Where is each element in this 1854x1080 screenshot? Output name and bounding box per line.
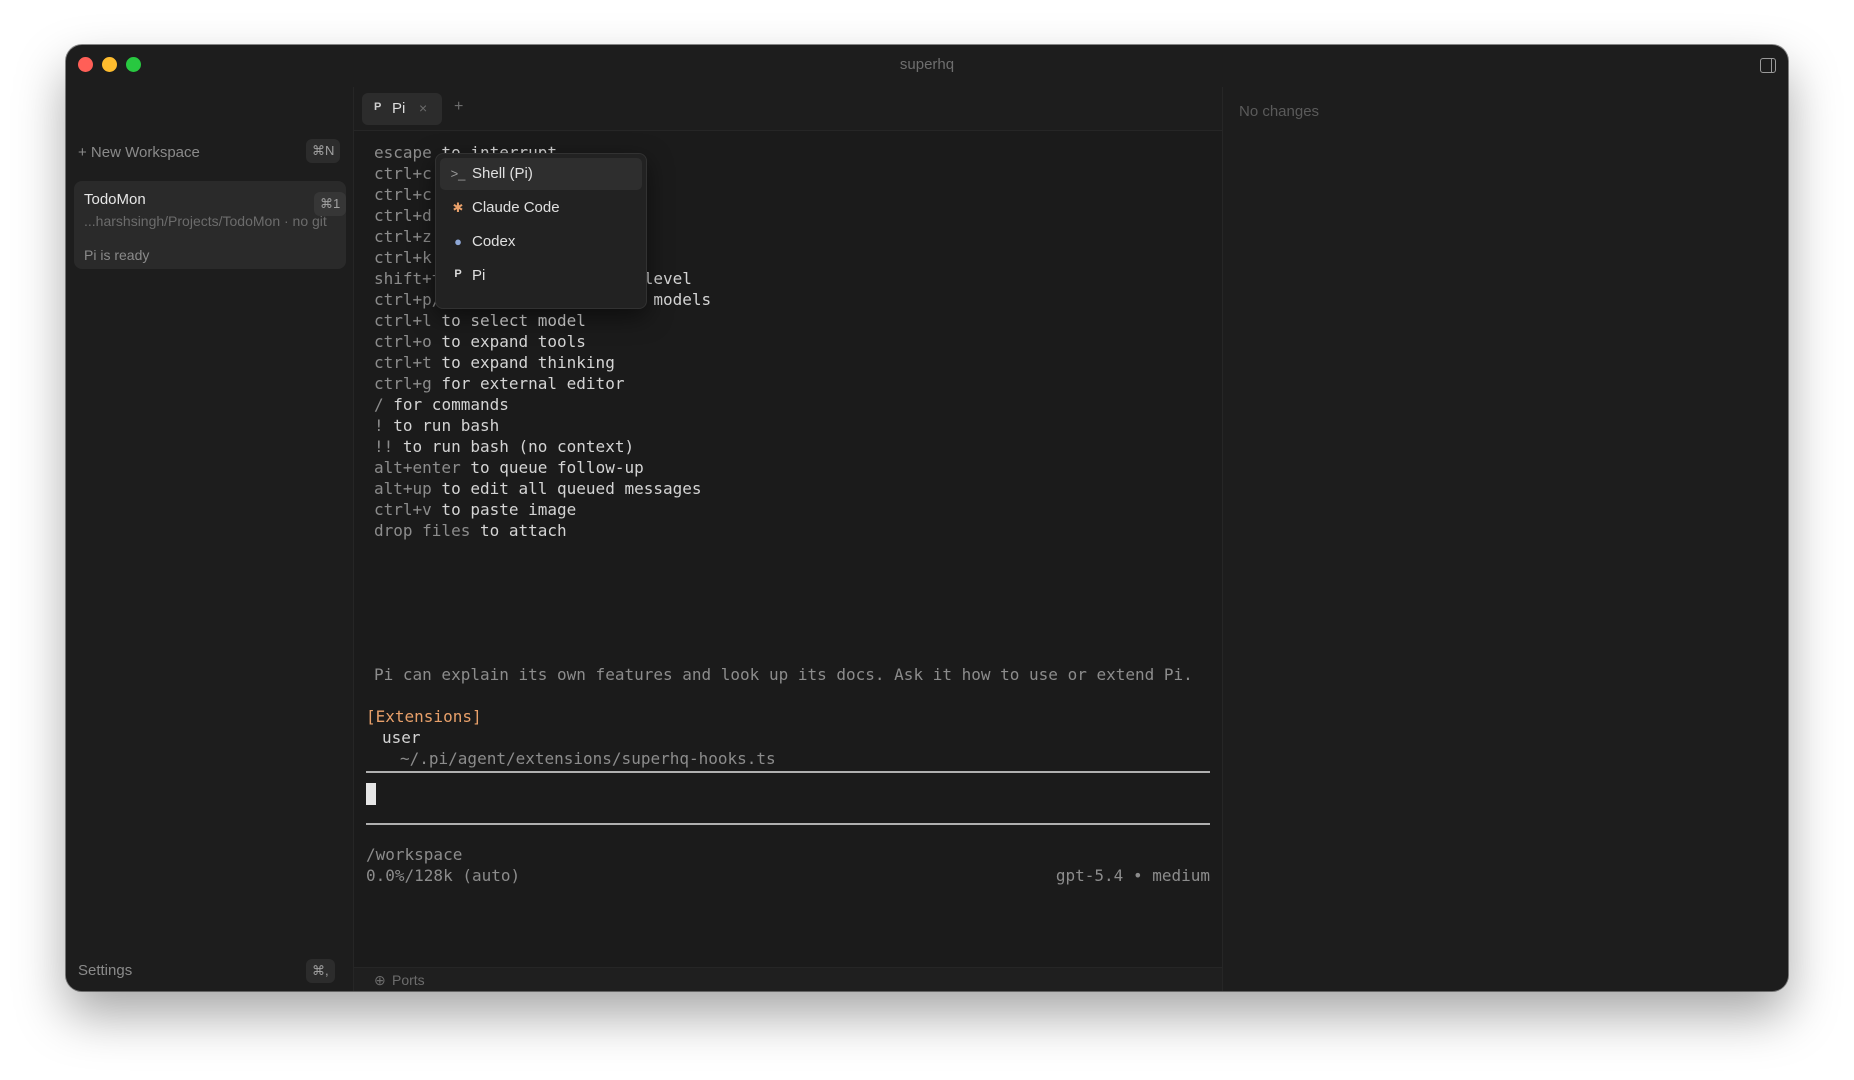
- hint-key: drop files: [374, 521, 471, 540]
- hint-desc: to queue follow-up: [460, 458, 644, 477]
- hint-line: ! to run bash: [374, 416, 499, 436]
- hint-key: !!: [374, 437, 394, 456]
- hint-key: ctrl+z: [374, 227, 432, 246]
- dropdown-item-label: Pi: [472, 267, 486, 284]
- hint-line: drop files to attach: [374, 521, 567, 541]
- cwd-text: /workspace: [366, 845, 463, 864]
- ports-label: Ports: [392, 972, 425, 988]
- hint-desc: for commands: [383, 395, 509, 414]
- new-workspace-shortcut: ⌘N: [306, 139, 341, 163]
- hint-desc: for external editor: [431, 374, 625, 393]
- ports-bar[interactable]: ⊕ Ports: [354, 967, 1222, 991]
- hint-key: ctrl+v: [374, 500, 432, 519]
- hint-key: ctrl+o: [374, 332, 432, 351]
- hint-key: !: [374, 416, 384, 435]
- workspace-path: ...harshsingh/Projects/TodoMon · no git: [84, 213, 327, 229]
- hint-key: ctrl+c: [374, 185, 432, 204]
- pi-icon: P: [374, 101, 382, 113]
- hint-line: ctrl+g for external editor: [374, 374, 624, 394]
- settings-button[interactable]: Settings: [78, 962, 132, 979]
- hint-desc: to attach: [470, 521, 567, 540]
- hint-line: alt+up to edit all queued messages: [374, 479, 702, 499]
- dropdown-item-pi[interactable]: P Pi: [440, 260, 642, 292]
- new-workspace-button[interactable]: + New Workspace: [78, 144, 200, 161]
- tab-label: Pi: [392, 100, 406, 117]
- model-info: gpt-5.4 • medium: [1055, 866, 1210, 885]
- terminal-cursor: [366, 783, 376, 805]
- hint-desc: to paste image: [431, 500, 577, 519]
- dropdown-item-codex[interactable]: ● Codex: [440, 226, 642, 258]
- title-bar: superhq: [66, 45, 1788, 87]
- hint-line: ctrl+t to expand thinking: [374, 353, 615, 373]
- changes-panel: No changes: [1222, 87, 1788, 991]
- tab-pi[interactable]: P Pi ×: [362, 93, 442, 125]
- hint-line: / for commands: [374, 395, 509, 415]
- extensions-user: user: [382, 728, 421, 747]
- tab-bar: P Pi × +: [354, 87, 1222, 131]
- context-usage: 0.0%/128k (auto): [366, 866, 521, 885]
- hint-line: !! to run bash (no context): [374, 437, 634, 457]
- hint-line: alt+enter to queue follow-up: [374, 458, 644, 478]
- hint-key: escape: [374, 143, 432, 162]
- hint-line: ctrl+o to expand tools: [374, 332, 586, 352]
- close-tab-icon[interactable]: ×: [419, 100, 427, 116]
- hint-desc: to run bash: [383, 416, 500, 435]
- dropdown-item-label: Codex: [472, 233, 516, 250]
- input-divider-top: [366, 771, 1210, 773]
- claude-icon: ✱: [452, 200, 464, 215]
- hint-desc: to run bash (no context): [393, 437, 635, 456]
- hint-key: ctrl+l: [374, 311, 432, 330]
- codex-icon: ●: [454, 234, 462, 249]
- workspace-item-todomon[interactable]: TodoMon ⌘1 ...harshsingh/Projects/TodoMo…: [74, 181, 347, 269]
- hint-desc: to expand tools: [431, 332, 586, 351]
- input-divider-bottom: [366, 823, 1210, 825]
- hint-key: ctrl+g: [374, 374, 432, 393]
- hint-key: ctrl+d: [374, 206, 432, 225]
- hint-desc: to expand thinking: [431, 353, 615, 372]
- sidebar: + New Workspace ⌘N TodoMon ⌘1 ...harshsi…: [66, 87, 354, 991]
- dropdown-item-claude-code[interactable]: ✱ Claude Code: [440, 192, 642, 224]
- terminal-icon: >_: [450, 166, 466, 181]
- hint-desc: to edit all queued messages: [431, 479, 702, 498]
- hint-key: ctrl+k: [374, 248, 432, 267]
- dropdown-item-label: Claude Code: [472, 199, 560, 216]
- hint-line: ctrl+l to select model: [374, 311, 586, 331]
- toggle-panel-icon[interactable]: [1760, 58, 1776, 73]
- workspace-status: Pi is ready: [84, 247, 150, 263]
- window-title: superhq: [899, 56, 955, 73]
- settings-shortcut: ⌘,: [306, 959, 335, 983]
- main-area: P Pi × + escape to interruptctrl+c to cl…: [354, 87, 1222, 991]
- hint-key: /: [374, 395, 384, 414]
- extensions-path: ~/.pi/agent/extensions/superhq-hooks.ts: [400, 749, 776, 768]
- hint-desc: to select model: [431, 311, 586, 330]
- workspace-name: TodoMon: [84, 191, 146, 208]
- hint-key: ctrl+c: [374, 164, 432, 183]
- new-tab-dropdown: >_ Shell (Pi) ✱ Claude Code ● Codex P Pi: [435, 153, 647, 309]
- pi-icon: P: [454, 268, 462, 280]
- globe-icon: ⊕: [374, 972, 386, 988]
- extensions-header: [Extensions]: [366, 707, 482, 726]
- app-window: superhq + New Workspace ⌘N TodoMon ⌘1 ..…: [66, 45, 1788, 991]
- info-text: Pi can explain its own features and look…: [374, 665, 1193, 684]
- add-tab-icon[interactable]: +: [454, 98, 463, 116]
- hint-key: alt+enter: [374, 458, 461, 477]
- dropdown-item-shell[interactable]: >_ Shell (Pi): [440, 158, 642, 190]
- hint-line: ctrl+v to paste image: [374, 500, 576, 520]
- hint-key: alt+up: [374, 479, 432, 498]
- hint-key: ctrl+t: [374, 353, 432, 372]
- dropdown-item-label: Shell (Pi): [472, 165, 533, 182]
- no-changes-label: No changes: [1239, 103, 1320, 120]
